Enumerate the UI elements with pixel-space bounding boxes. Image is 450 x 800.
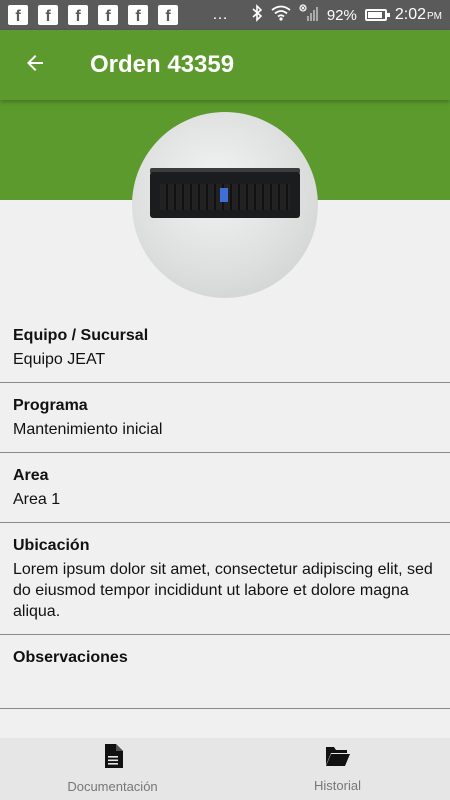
field-value: Equipo JEAT (13, 351, 106, 368)
cell-signal-icon (299, 4, 319, 26)
more-notifications-icon: … (212, 6, 229, 23)
field-label: Programa (13, 397, 88, 414)
field-programa: Programa Mantenimiento inicial (0, 383, 450, 453)
device-led (220, 188, 228, 202)
field-label: Equipo / Sucursal (13, 327, 149, 344)
field-value: Lorem ipsum dolor sit amet, consectetur … (13, 561, 433, 620)
field-value: Mantenimiento inicial (13, 421, 163, 438)
facebook-notification-icon: f (68, 5, 88, 25)
historial-button[interactable]: Historial (225, 738, 450, 800)
field-value: Area 1 (13, 491, 61, 508)
device-body (150, 172, 300, 218)
wifi-icon (271, 5, 291, 25)
facebook-notification-icon: f (128, 5, 148, 25)
page-title: Orden 43359 (90, 51, 235, 78)
document-icon (103, 744, 123, 773)
documentacion-label: Documentación (67, 779, 158, 794)
status-bar: f f f f f f … 92% 2:02PM (0, 0, 450, 30)
back-button[interactable] (10, 40, 60, 90)
field-equipo-sucursal: Equipo / Sucursal Equipo JEAT (0, 313, 450, 383)
facebook-notification-icon: f (98, 5, 118, 25)
facebook-notification-icon: f (158, 5, 178, 25)
app-bar: Orden 43359 (0, 30, 450, 100)
historial-label: Historial (314, 778, 361, 793)
field-label: Area (13, 467, 49, 484)
field-area: Area Area 1 (0, 453, 450, 523)
equipment-photo (132, 112, 318, 298)
field-observaciones: Observaciones (0, 635, 450, 709)
battery-percent: 92% (326, 6, 357, 24)
clock-time: 2:02 (394, 6, 426, 23)
field-ubicacion: Ubicación Lorem ipsum dolor sit amet, co… (0, 523, 450, 635)
bottom-navigation: Documentación Historial (0, 738, 450, 800)
notification-icons: f f f f f f … (8, 5, 229, 25)
facebook-notification-icon: f (8, 5, 28, 25)
documentacion-button[interactable]: Documentación (0, 738, 225, 800)
clock-ampm: PM (427, 11, 442, 22)
arrow-left-icon (23, 51, 47, 80)
facebook-notification-icon: f (38, 5, 58, 25)
battery-icon (364, 9, 390, 21)
order-details: Equipo / Sucursal Equipo JEAT Programa M… (0, 313, 450, 709)
field-label: Observaciones (13, 649, 128, 666)
folder-open-icon (325, 745, 351, 772)
bluetooth-icon (251, 4, 263, 26)
field-label: Ubicación (13, 537, 90, 554)
